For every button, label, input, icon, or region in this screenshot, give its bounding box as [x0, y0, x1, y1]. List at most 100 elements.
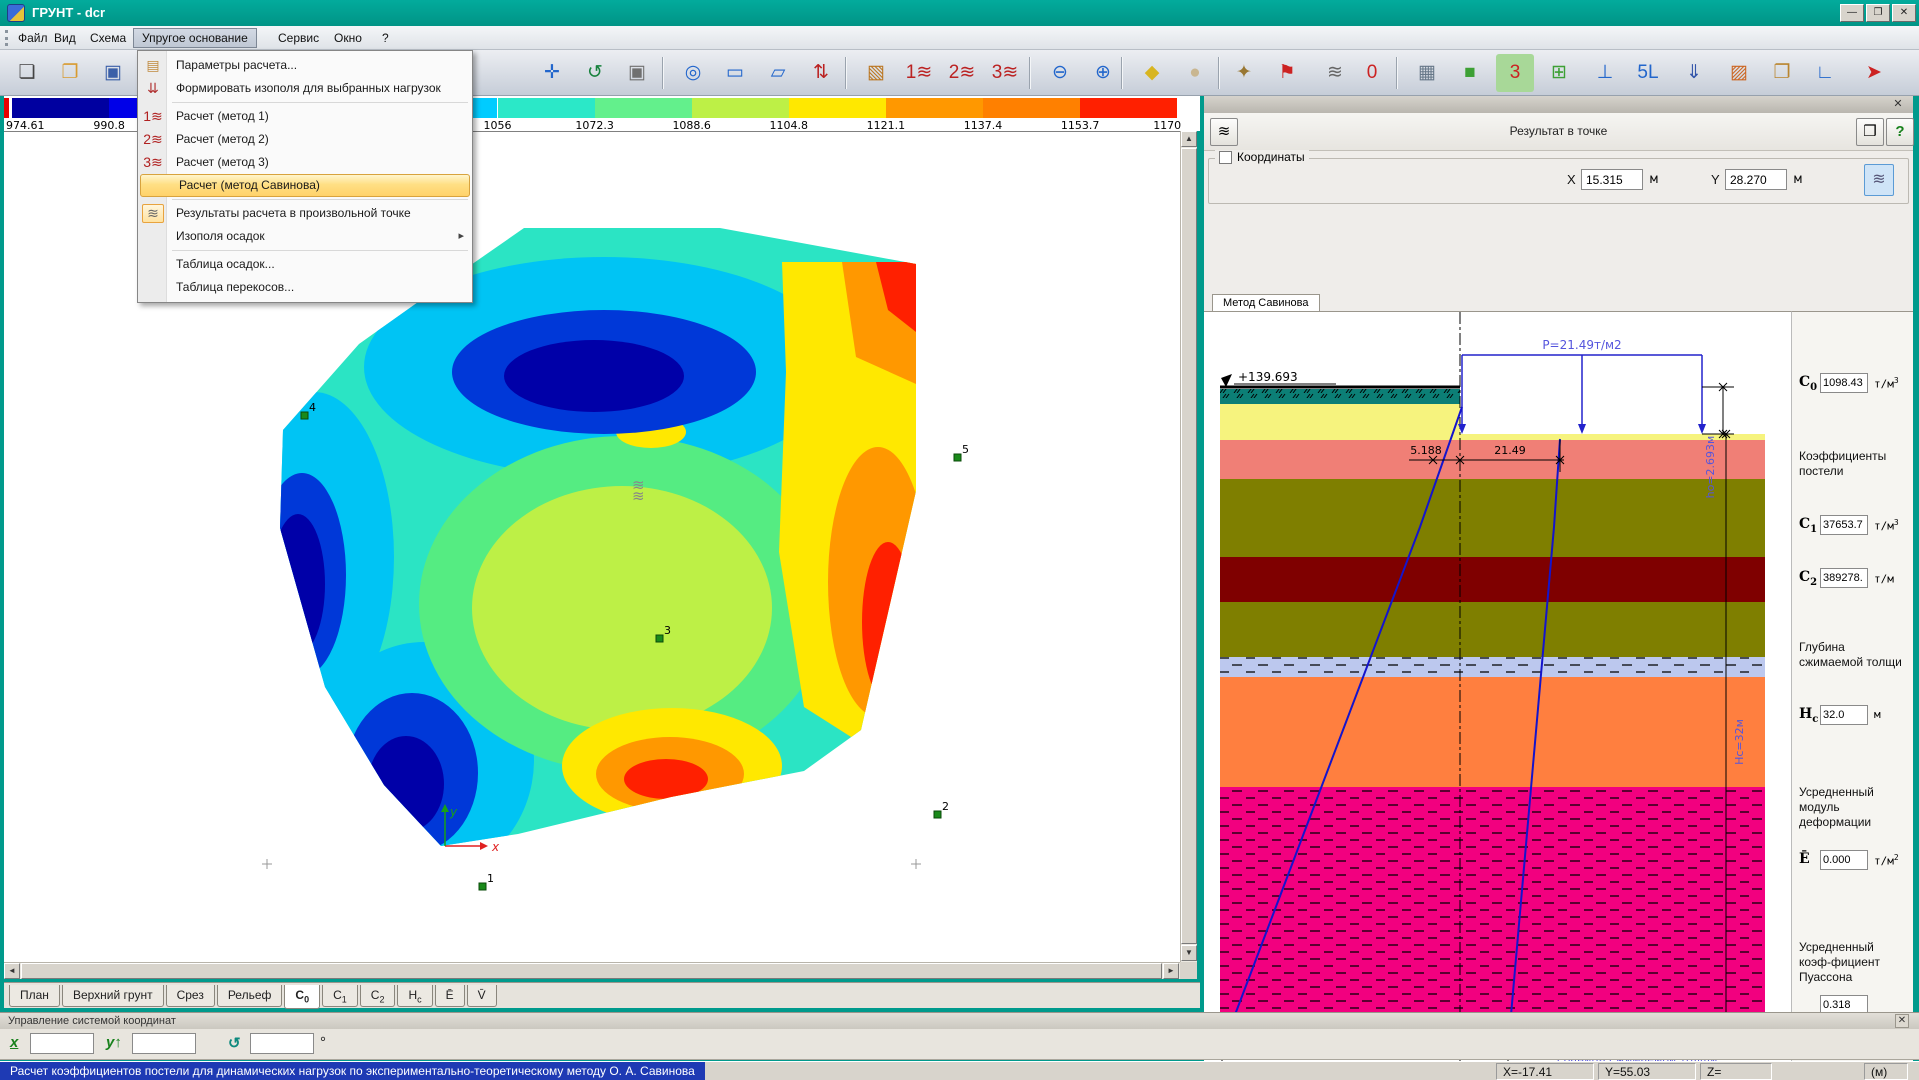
snapshot-button[interactable]: ❒ [1856, 118, 1884, 146]
material-tiles-icon[interactable]: ▨ [1720, 54, 1758, 92]
calc-method-1-icon[interactable]: 1≋ [900, 54, 938, 92]
select-rectangle-icon[interactable]: ▭ [716, 54, 754, 92]
menu-window[interactable]: Окно [326, 28, 370, 48]
pan-view-icon[interactable]: ✛ [533, 54, 571, 92]
terrain-model-icon[interactable]: ● [1176, 54, 1214, 92]
calc-params-icon: ▤ [142, 54, 164, 77]
save-model-icon[interactable]: ▣ [94, 54, 132, 92]
soil-layer-pattern [1220, 787, 1765, 1049]
scroll-left-button[interactable]: ◄ [4, 963, 20, 979]
tab-savinov-method[interactable]: Метод Савинова [1212, 294, 1320, 311]
view-tab-срез[interactable]: Срез [166, 985, 215, 1007]
view-tab-v̄[interactable]: V̄ [467, 985, 497, 1007]
close-button[interactable]: ✕ [1892, 4, 1916, 22]
local-axes-icon[interactable]: ∟ [1806, 54, 1844, 92]
y-coord-input[interactable] [1725, 169, 1787, 190]
e-value[interactable] [1820, 850, 1868, 870]
scroll-up-button[interactable]: ▲ [1181, 131, 1197, 147]
menu-scheme[interactable]: Схема [82, 28, 134, 48]
flag-marker-icon[interactable]: ⚑ [1268, 54, 1306, 92]
import-loads-icon[interactable]: ⇓ [1675, 54, 1713, 92]
dock-close-icon[interactable]: ✕ [1895, 1014, 1909, 1028]
hc-value[interactable] [1820, 705, 1868, 725]
coordinates-checkbox[interactable] [1219, 151, 1232, 164]
insert-point-icon[interactable]: ✦ [1225, 54, 1263, 92]
panel-title: Результат в точке [1204, 124, 1913, 138]
x-shift-input[interactable] [30, 1033, 94, 1054]
center-selection-icon[interactable]: ◎ [674, 54, 712, 92]
y-shift-icon: y↑ [106, 1034, 122, 1051]
y-shift-input[interactable] [132, 1033, 196, 1054]
view-3d-icon[interactable]: 3 [1496, 54, 1534, 92]
exit-module-icon[interactable]: ➤ [1855, 54, 1893, 92]
menu-item-build-isofields[interactable]: ⇊ Формировать изополя для выбранных нагр… [138, 77, 472, 100]
calc-method-3-icon[interactable]: 3≋ [986, 54, 1024, 92]
help-button[interactable]: ? [1886, 118, 1914, 146]
rotate-view-icon[interactable]: ↺ [576, 54, 614, 92]
menu-item-calc-params[interactable]: ▤ Параметры расчета... [138, 54, 472, 77]
maximize-button[interactable]: ❐ [1866, 4, 1890, 22]
view-tab-hc[interactable]: Hc [397, 985, 432, 1007]
menu-separator [172, 102, 468, 103]
menu-service[interactable]: Сервис [270, 28, 327, 48]
pick-point-toggle[interactable]: ≋ [1864, 164, 1894, 196]
zoom-out-icon[interactable]: ⊖ [1041, 54, 1079, 92]
horizontal-scrollbar[interactable]: ◄ ► [4, 962, 1180, 979]
x-coord-input[interactable] [1581, 169, 1643, 190]
menu-item-results-at-point[interactable]: ≋ Результаты расчета в произвольной точк… [138, 202, 472, 225]
menu-view[interactable]: Вид [46, 28, 84, 48]
menu-item-calc-savinov[interactable]: Расчет (метод Савинова) [140, 174, 470, 197]
menu-item-calc-method-2[interactable]: 2≋ Расчет (метод 2) [138, 128, 472, 151]
view-tab-c0[interactable]: C0 [284, 985, 320, 1009]
c1-value[interactable] [1820, 515, 1868, 535]
h0-label: hо=2.693м [1704, 436, 1717, 499]
view-tab-рельеф[interactable]: Рельеф [217, 985, 283, 1007]
c0-value[interactable] [1820, 373, 1868, 393]
new-document-icon[interactable]: ❏ [8, 54, 46, 92]
scroll-right-button[interactable]: ► [1163, 963, 1179, 979]
sort-loads-icon[interactable]: ⇅ [802, 54, 840, 92]
mesh-grid-icon[interactable]: ▦ [1408, 54, 1446, 92]
open-folder-icon[interactable]: ❐ [51, 54, 89, 92]
minimize-button[interactable]: — [1840, 4, 1864, 22]
panel-close-icon[interactable]: ✕ [1891, 97, 1905, 111]
calc-method-2-icon[interactable]: 2≋ [943, 54, 981, 92]
solid-model-icon[interactable]: ◆ [1133, 54, 1171, 92]
menu-item-settlement-table[interactable]: Таблица осадок... [138, 253, 472, 276]
method-2-icon: 2≋ [142, 128, 164, 151]
zoom-in-icon[interactable]: ⊕ [1084, 54, 1122, 92]
isofields-mode-icon[interactable]: ▧ [857, 54, 895, 92]
section-depth-icon[interactable]: ⊥ [1586, 54, 1624, 92]
model-folder-icon[interactable]: ❐ [1763, 54, 1801, 92]
layers-5l-icon[interactable]: 5L [1629, 54, 1667, 92]
view-tab-c1[interactable]: C1 [322, 985, 358, 1007]
view-tab-план[interactable]: План [9, 985, 60, 1007]
build-isofields-icon: ⇊ [142, 77, 164, 100]
results-table-icon[interactable]: ≋ [1316, 54, 1354, 92]
menu-item-calc-method-1[interactable]: 1≋ Расчет (метод 1) [138, 105, 472, 128]
menu-elastic-foundation[interactable]: Упругое основание [133, 28, 257, 48]
spring-symbol-on-plot: ≋ ≋ [632, 476, 645, 505]
c1-symbol: C1 [1799, 516, 1817, 535]
view-tab-ē[interactable]: Ē [435, 985, 465, 1007]
view-tab-c2[interactable]: C2 [360, 985, 396, 1007]
rotation-angle-input[interactable] [250, 1033, 314, 1054]
select-polygon-icon[interactable]: ▱ [759, 54, 797, 92]
snapshot-icon[interactable]: ▣ [618, 54, 656, 92]
panel-toolbar: ≋ Результат в точке ❒ ? [1204, 113, 1913, 151]
menu-help[interactable]: ? [374, 28, 397, 48]
extrude-block-icon[interactable]: ⊞ [1540, 54, 1578, 92]
menu-item-calc-method-3[interactable]: 3≋ Расчет (метод 3) [138, 151, 472, 174]
menu-item-skew-table[interactable]: Таблица перекосов... [138, 276, 472, 299]
status-bar: Расчет коэффициентов постели для динамич… [0, 1061, 1919, 1080]
zero-level-icon[interactable]: 0 [1353, 54, 1391, 92]
toolbar-separator [845, 57, 847, 89]
scroll-down-button[interactable]: ▼ [1181, 945, 1197, 961]
plan-view-icon[interactable]: ■ [1451, 54, 1489, 92]
c2-value[interactable] [1820, 568, 1868, 588]
horizontal-scroll-thumb[interactable] [21, 963, 1162, 979]
view-tab-верхний-грунт[interactable]: Верхний грунт [62, 985, 164, 1007]
vertical-scroll-thumb[interactable] [1181, 148, 1197, 944]
menu-item-settlement-isofields[interactable]: Изополя осадок ▸ [138, 225, 472, 248]
vertical-scrollbar[interactable]: ▲ ▼ [1180, 131, 1197, 962]
